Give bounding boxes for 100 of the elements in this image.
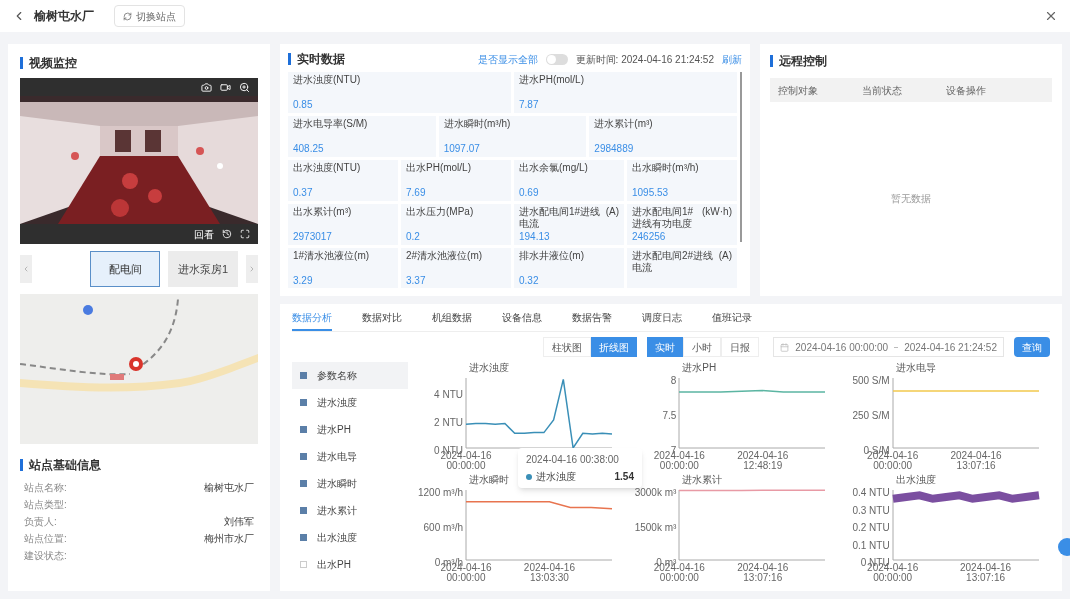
switch-site-button[interactable]: 切换站点 bbox=[114, 5, 185, 27]
checkbox[interactable] bbox=[300, 399, 307, 406]
camera-tab[interactable]: 进水泵房1 bbox=[168, 251, 238, 287]
tick-label: 0.3 NTU bbox=[852, 505, 890, 516]
param-item[interactable]: 进水瞬时 bbox=[292, 470, 408, 497]
field-label: 站点类型: bbox=[24, 497, 67, 512]
chart-title: 进水累计 bbox=[682, 474, 723, 486]
empty-text: 暂无数据 bbox=[891, 191, 931, 206]
data-value: 1097.07 bbox=[443, 143, 481, 155]
tab[interactable]: 调度日志 bbox=[642, 310, 682, 331]
show-all-label: 是否显示全部 bbox=[477, 52, 538, 67]
period-button[interactable]: 小时 bbox=[683, 337, 722, 357]
data-value: 0.69 bbox=[519, 187, 540, 199]
tab[interactable]: 数据对比 bbox=[362, 310, 402, 331]
field-value: 刘伟军 bbox=[224, 514, 254, 529]
param-item[interactable]: 出水PH bbox=[292, 551, 408, 578]
column-header: 设备操作 bbox=[946, 83, 987, 98]
data-label: 出水余氯(mg/L) bbox=[519, 162, 588, 174]
update-time: 更新时间: 2024-04-16 21:24:52 bbox=[575, 52, 714, 67]
data-label: 进水PH(mol/L) bbox=[519, 74, 584, 86]
data-label: 进水配电间1#进线有功电度 bbox=[632, 206, 695, 230]
tick-label: 0.1 NTU bbox=[852, 540, 890, 551]
camera-tab[interactable]: 配电间 bbox=[90, 251, 160, 287]
param-item[interactable]: 进水PH bbox=[292, 416, 408, 443]
tooltip-value: 1.54 bbox=[614, 470, 634, 484]
data-label: 进水电导率(S/M) bbox=[293, 118, 368, 130]
tick-label: 2024-04-16 13:03:30 bbox=[522, 563, 576, 583]
tooltip-time: 2024-04-16 00:38:00 bbox=[526, 453, 620, 467]
chart-title: 进水电导 bbox=[895, 362, 936, 374]
scrollbar[interactable] bbox=[740, 72, 742, 242]
data-label: 出水瞬时(m³/h) bbox=[632, 162, 699, 174]
tick-label: 3000k m³ bbox=[634, 488, 677, 498]
param-label: 进水电导 bbox=[317, 450, 357, 464]
tick-label: 2 NTU bbox=[434, 418, 463, 428]
data-value: 408.25 bbox=[293, 143, 325, 155]
data-label: 进水配电间1#进线电流 bbox=[519, 206, 602, 230]
checkbox[interactable] bbox=[300, 426, 307, 433]
tick-label: 500 S/M bbox=[852, 376, 890, 386]
param-item[interactable]: 进水电导 bbox=[292, 443, 408, 470]
data-value: 2984889 bbox=[594, 143, 635, 155]
param-label: 进水PH bbox=[317, 423, 351, 437]
prev-button[interactable] bbox=[20, 255, 32, 283]
history-icon[interactable] bbox=[222, 229, 232, 239]
param-label: 进水累计 bbox=[317, 504, 357, 518]
data-value: 3.37 bbox=[406, 275, 427, 287]
param-header[interactable]: 参数名称 bbox=[292, 362, 408, 389]
data-unit: (A) bbox=[605, 206, 619, 218]
tick-label: 1500k m³ bbox=[634, 523, 677, 533]
data-label: 排水井液位(m) bbox=[519, 250, 584, 262]
checkbox[interactable] bbox=[300, 534, 307, 541]
param-label: 进水浊度 bbox=[317, 396, 357, 410]
end-date: 2024-04-16 21:24:52 bbox=[904, 340, 997, 355]
data-value: 1095.53 bbox=[632, 187, 670, 199]
zoom-icon[interactable] bbox=[239, 81, 250, 93]
close-icon[interactable] bbox=[1044, 9, 1058, 23]
checkbox[interactable] bbox=[300, 453, 307, 460]
period-button[interactable]: 日报 bbox=[721, 337, 760, 357]
tab[interactable]: 设备信息 bbox=[502, 310, 542, 331]
checkbox[interactable] bbox=[300, 507, 307, 514]
field-label: 站点名称: bbox=[24, 480, 67, 495]
tab[interactable]: 值班记录 bbox=[712, 310, 752, 331]
tick-label: 7.5 bbox=[662, 411, 677, 421]
tick-label: 600 m³/h bbox=[423, 523, 463, 533]
chart-type-button[interactable]: 柱状图 bbox=[543, 337, 592, 357]
data-value: 194.13 bbox=[519, 231, 551, 243]
data-value: 246256 bbox=[632, 231, 667, 243]
section-title: 远程控制 bbox=[779, 53, 827, 70]
next-button[interactable] bbox=[246, 255, 258, 283]
data-label: 出水浊度(NTU) bbox=[293, 162, 361, 174]
tab[interactable]: 机组数据 bbox=[432, 310, 472, 331]
field-label: 负责人: bbox=[24, 514, 57, 529]
tab[interactable]: 数据分析 bbox=[292, 310, 332, 331]
checkbox[interactable] bbox=[300, 372, 307, 379]
field-value: 梅州市水厂 bbox=[204, 531, 254, 546]
field-label: 建设状态: bbox=[24, 548, 67, 563]
param-item[interactable]: 进水累计 bbox=[292, 497, 408, 524]
camera-icon[interactable] bbox=[201, 81, 212, 93]
checkbox[interactable] bbox=[300, 561, 307, 568]
playback-label[interactable]: 回看 bbox=[194, 226, 214, 242]
tick-label: 0.2 NTU bbox=[852, 523, 890, 533]
tab[interactable]: 数据告警 bbox=[572, 310, 612, 331]
refresh-icon bbox=[123, 11, 132, 21]
data-unit: (kW·h) bbox=[702, 206, 732, 218]
date-range-field[interactable]: 2024-04-16 00:00:00 2024-04-16 21:24:52 bbox=[773, 337, 1004, 357]
tick-label: 4 NTU bbox=[434, 390, 463, 400]
video-icon[interactable] bbox=[220, 81, 231, 93]
fullscreen-icon[interactable] bbox=[240, 229, 250, 239]
data-value: 7.69 bbox=[406, 187, 427, 199]
param-label: 出水浊度 bbox=[317, 531, 357, 545]
show-all-toggle[interactable] bbox=[545, 53, 568, 65]
refresh-link[interactable]: 刷新 bbox=[722, 51, 742, 67]
calendar-icon bbox=[780, 342, 790, 352]
chart-title: 进水PH bbox=[682, 362, 717, 374]
checkbox[interactable] bbox=[300, 480, 307, 487]
param-label: 出水PH bbox=[317, 558, 351, 572]
param-item[interactable]: 出水浊度 bbox=[292, 524, 408, 551]
section-title: 实时数据 bbox=[297, 51, 345, 68]
data-value: 7.87 bbox=[519, 99, 540, 111]
data-value: 3.29 bbox=[293, 275, 314, 287]
param-item[interactable]: 进水浊度 bbox=[292, 389, 408, 416]
